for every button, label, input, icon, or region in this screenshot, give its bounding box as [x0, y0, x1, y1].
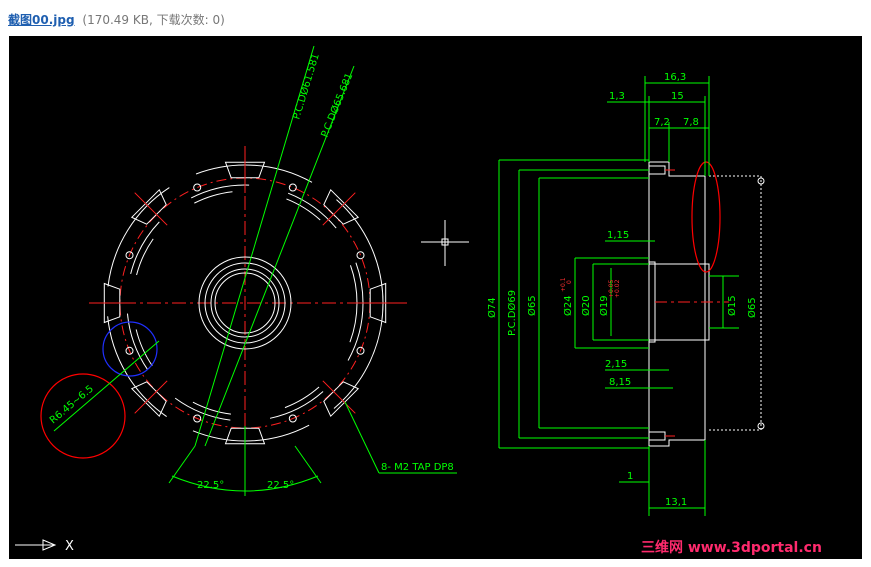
angle-ext-left	[168, 445, 196, 484]
dim-1-3-label: 1,3	[609, 91, 625, 102]
cad-drawing-image: P.C.DØ61.581 P.C.DØ65.681 22.5° 22.5° 8-…	[9, 36, 862, 559]
angle-ext-right	[294, 445, 322, 484]
angle-label-2: 22.5°	[267, 480, 294, 491]
site-watermark: 三维网 www.3dportal.cn	[641, 539, 822, 556]
dia-24-label: Ø24	[562, 295, 574, 316]
tap-hole-top	[648, 165, 666, 175]
attachment-file-link[interactable]: 截图00.jpg	[8, 13, 75, 27]
dim-16-3-label: 16,3	[664, 72, 686, 83]
dia-74-label: Ø74	[486, 297, 498, 318]
tap-note-label: 8- M2 TAP DP8	[381, 462, 454, 473]
tap-note-leader	[344, 401, 380, 474]
pcd-2-label: P.C.DØ65.681	[319, 71, 356, 139]
tap-hole-bottom	[648, 431, 666, 441]
attachment-header: 截图00.jpg (170.49 KB, 下载次数: 0)	[8, 11, 225, 31]
tapped-hole	[193, 183, 202, 192]
dia-65-label: Ø65	[526, 295, 538, 316]
dia-65-side-label: Ø65	[746, 297, 758, 318]
tapped-hole	[288, 183, 297, 192]
attachment-file-meta: (170.49 KB, 下载次数: 0)	[82, 13, 225, 27]
radius-label: R6.45~6.5	[48, 383, 96, 426]
ucs-axis: X	[15, 539, 74, 554]
dim-7-8-label: 7,8	[683, 117, 699, 128]
dia-20-label: Ø20	[580, 295, 592, 316]
front-view: P.C.DØ61.581 P.C.DØ65.681 22.5° 22.5° 8-…	[40, 45, 469, 496]
highlight-ellipse	[691, 161, 721, 273]
dia-pcd69-label: P.C.DØ69	[506, 290, 518, 336]
dim-7-2-label: 7,2	[654, 117, 670, 128]
dim-8-15-label: 8,15	[609, 377, 631, 388]
bore-chamfer	[648, 261, 656, 343]
cad-drawing-svg: P.C.DØ61.581 P.C.DØ65.681 22.5° 22.5° 8-…	[15, 45, 822, 556]
dia-24-tol-lower: 0	[566, 280, 573, 284]
radius-leader	[53, 340, 160, 432]
pcd-1-label: P.C.DØ61.581	[290, 52, 321, 121]
dim-13-1-label: 13,1	[665, 497, 687, 508]
dia-15-label: Ø15	[726, 295, 738, 316]
tapped-hole	[356, 251, 365, 260]
dim-15-top-label: 15	[671, 91, 684, 102]
dim-2-15-label: 2,15	[605, 359, 627, 370]
flange-outline	[648, 161, 706, 447]
ucs-x-label: X	[65, 539, 74, 554]
dia-19-tol-lower: +0.02	[614, 279, 621, 298]
angle-label-1: 22.5°	[197, 480, 224, 491]
dim-1-label: 1	[627, 471, 633, 482]
section-view: 16,3 1,3 15 7,2 7,8 1,15 2,15 8,15 1 13,…	[486, 72, 765, 516]
dim-1-15-label: 1,15	[607, 230, 629, 241]
